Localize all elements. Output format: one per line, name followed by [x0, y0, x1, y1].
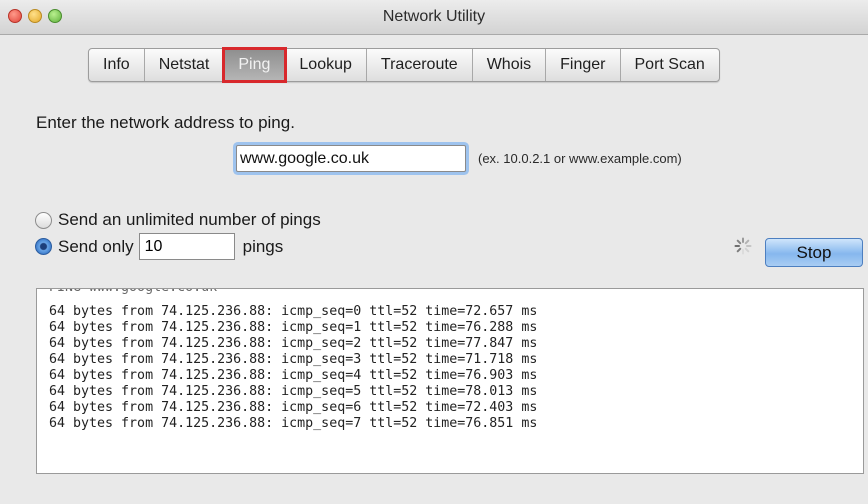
window-title: Network Utility: [382, 8, 486, 25]
tab-finger[interactable]: Finger: [546, 49, 621, 81]
output-line: 64 bytes from 74.125.236.88: icmp_seq=7 …: [49, 416, 538, 431]
output-line: 64 bytes from 74.125.236.88: icmp_seq=3 …: [49, 352, 538, 367]
ping-output[interactable]: PING www.google.co.uk 64 bytes from 74.1…: [36, 288, 864, 474]
title-bar: Network Utility: [0, 0, 868, 35]
tab-bar: Info Netstat Ping Lookup Traceroute Whoi…: [88, 47, 720, 83]
output-line: 64 bytes from 74.125.236.88: icmp_seq=6 …: [49, 400, 538, 415]
output-line: 64 bytes from 74.125.236.88: icmp_seq=2 …: [49, 336, 538, 351]
send-only-radio[interactable]: [35, 238, 52, 255]
output-line: 64 bytes from 74.125.236.88: icmp_seq=5 …: [49, 384, 538, 399]
address-input[interactable]: [236, 145, 466, 172]
address-prompt: Enter the network address to ping.: [36, 113, 295, 132]
tab-port-scan[interactable]: Port Scan: [621, 49, 719, 81]
tab-whois[interactable]: Whois: [473, 49, 547, 81]
tab-ping[interactable]: Ping: [222, 47, 288, 83]
output-line-partial: PING www.google.co.uk: [49, 289, 217, 296]
unlimited-pings-option[interactable]: Send an unlimited number of pings: [35, 210, 321, 230]
output-line: 64 bytes from 74.125.236.88: icmp_seq=4 …: [49, 368, 538, 383]
tab-info[interactable]: Info: [89, 49, 145, 81]
output-line: 64 bytes from 74.125.236.88: icmp_seq=0 …: [49, 304, 538, 319]
ping-count-input[interactable]: [138, 233, 235, 260]
unlimited-pings-radio[interactable]: [35, 211, 52, 229]
output-line: 64 bytes from 74.125.236.88: icmp_seq=1 …: [49, 320, 538, 335]
pings-suffix-label: pings: [242, 236, 284, 256]
tab-lookup[interactable]: Lookup: [285, 49, 367, 81]
tab-netstat[interactable]: Netstat: [145, 49, 225, 81]
address-example-hint: (ex. 10.0.2.1 or www.example.com): [478, 151, 682, 166]
stop-button[interactable]: Stop: [765, 238, 863, 267]
tab-traceroute[interactable]: Traceroute: [367, 49, 473, 81]
unlimited-pings-label: Send an unlimited number of pings: [58, 210, 321, 229]
send-only-label: Send only: [58, 236, 134, 256]
progress-spinner-icon: [734, 237, 752, 255]
limited-pings-option[interactable]: Send only pings: [35, 233, 283, 260]
